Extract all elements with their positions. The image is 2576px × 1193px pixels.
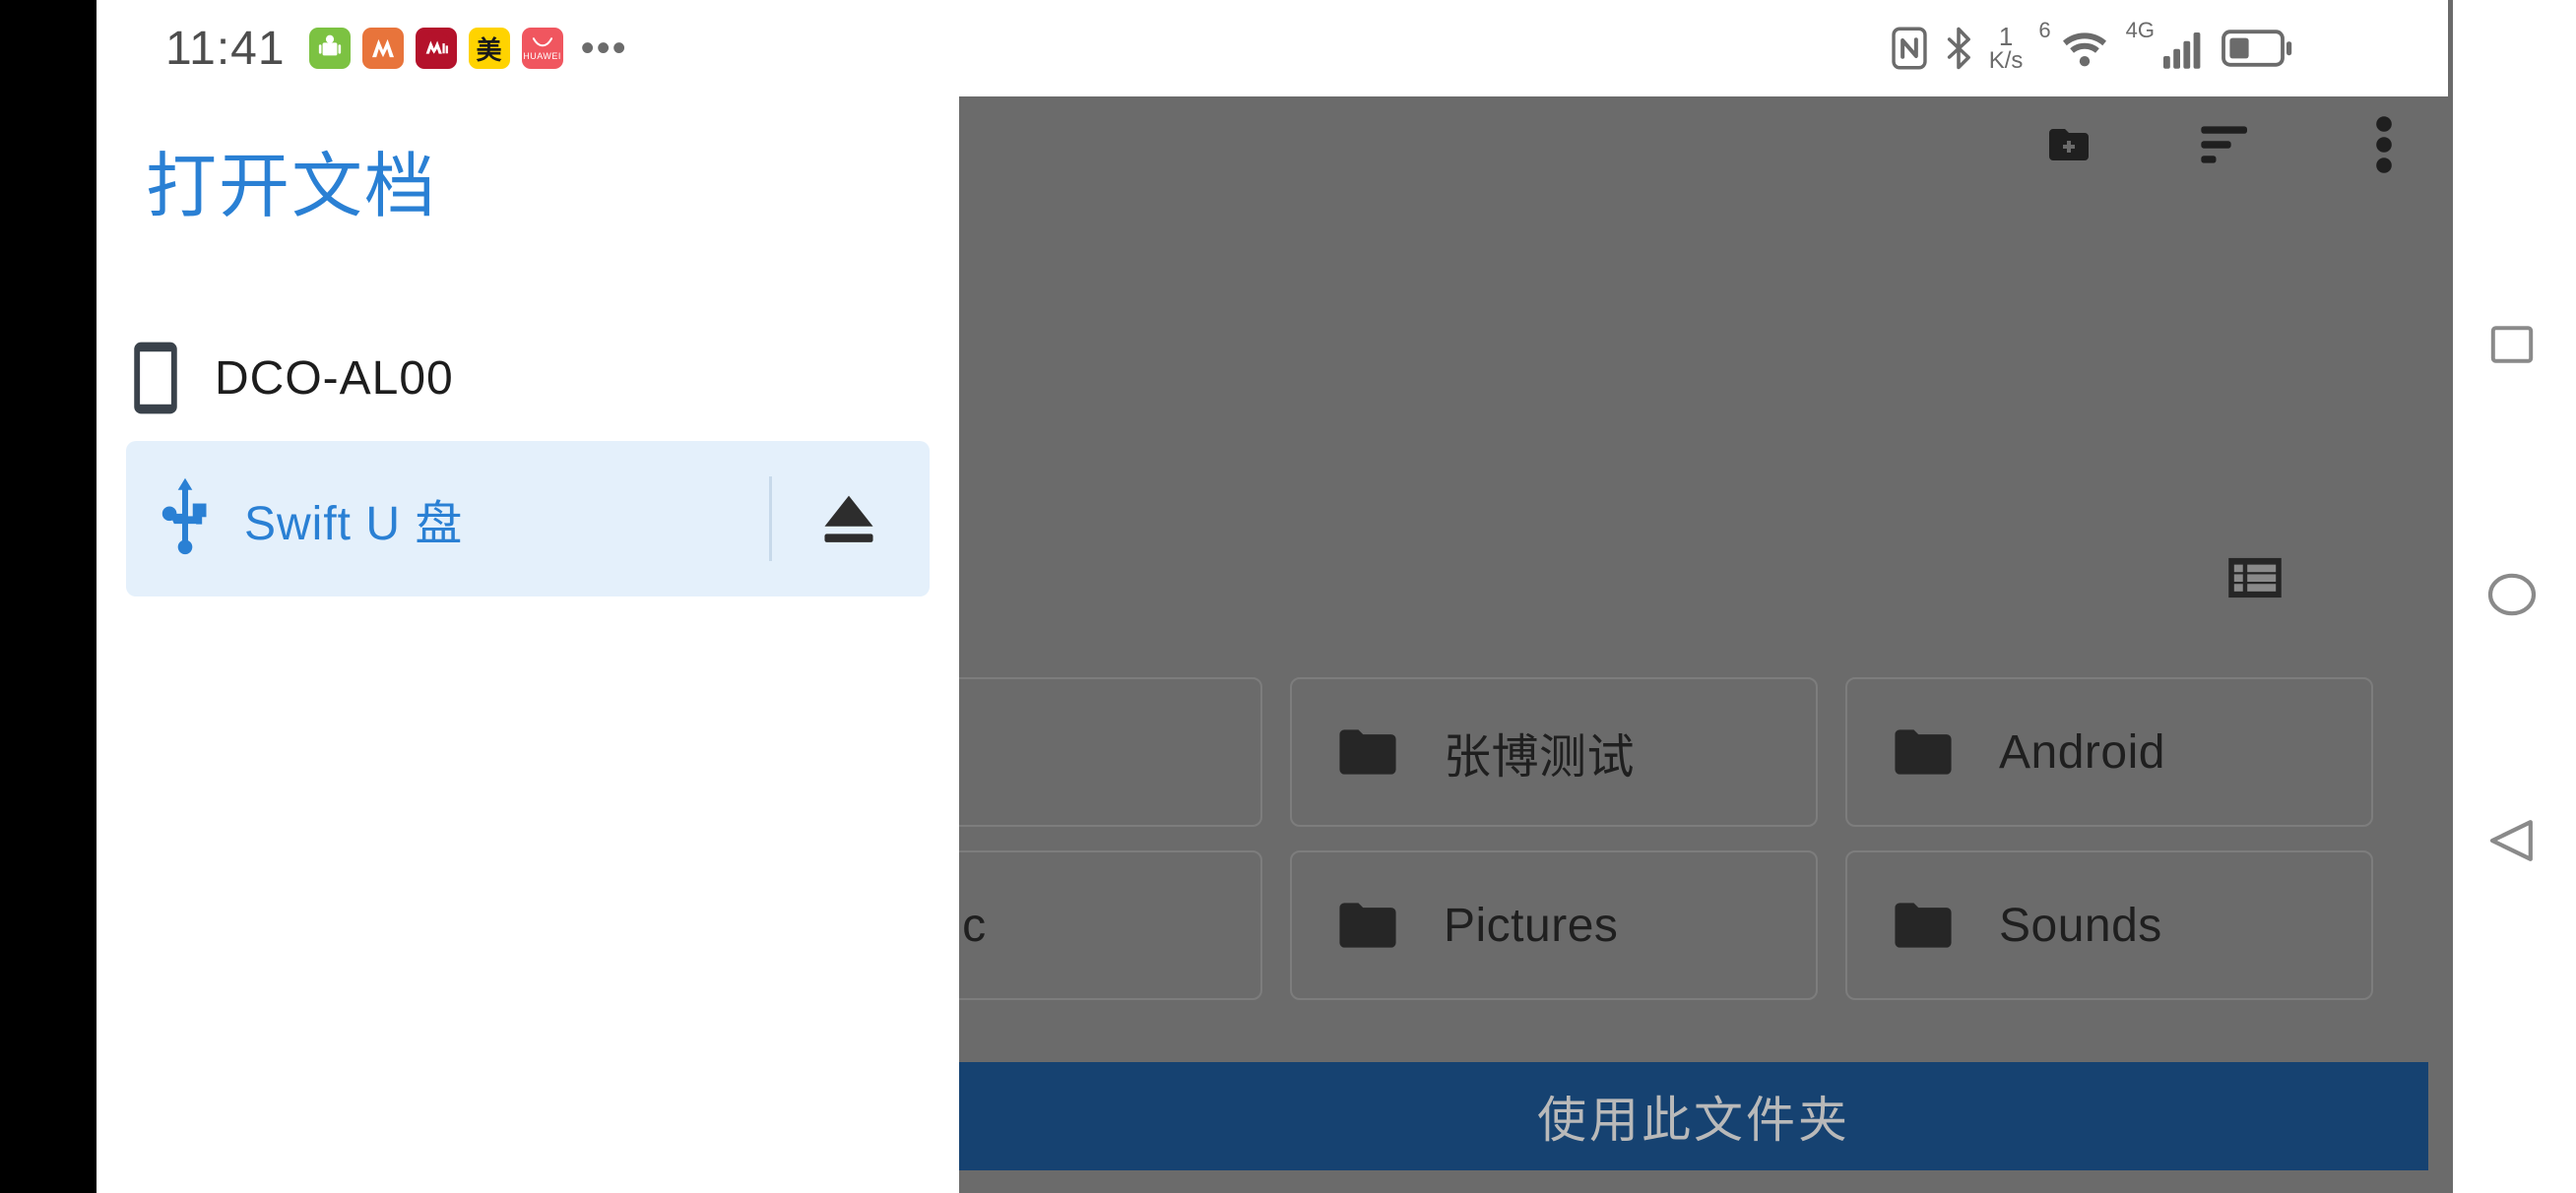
folder-card[interactable]: ic: [959, 850, 1262, 1000]
folder-icon: [1893, 901, 1954, 950]
folder-card[interactable]: Sounds: [1845, 850, 2373, 1000]
folder-icon: [1893, 727, 1954, 777]
eject-button[interactable]: [813, 483, 884, 554]
nas-app-icon: [308, 28, 351, 69]
folder-card[interactable]: 张博测试: [1290, 677, 1818, 827]
meituan-app-icon: 美: [468, 28, 510, 69]
drawer-item-usb-drive[interactable]: Swift U 盘: [126, 441, 930, 596]
nfc-icon: [1891, 26, 1928, 71]
huawei-app-icon: HUAWEI: [521, 28, 563, 69]
home-circle-icon: [2486, 569, 2538, 620]
back-triangle-icon: [2486, 815, 2538, 866]
back-button[interactable]: [2486, 815, 2538, 866]
recents-square-icon: [2488, 321, 2536, 368]
sort-button[interactable]: [2196, 114, 2257, 175]
network-speed-indicator: 1 K/s: [1989, 24, 2024, 73]
amap-app-icon: [361, 28, 404, 69]
status-bar: 11:41 美 HUAWEI ••• 1 K/s 6 4G: [97, 0, 2448, 96]
folder-card[interactable]: Pictures: [1290, 850, 1818, 1000]
cellular-signal-icon: [2162, 27, 2206, 70]
folder-label: 张博测试: [1444, 731, 1636, 784]
use-this-folder-button[interactable]: 使用此文件夹: [959, 1062, 2428, 1170]
folder-card[interactable]: [959, 677, 1262, 827]
navigation-drawer: 打开文档 DCO-AL00 Swift U 盘: [97, 96, 959, 1193]
folder-icon: [1337, 901, 1398, 950]
folder-icon: [1337, 727, 1398, 777]
folder-grid-row: 张博测试 Android: [959, 677, 2448, 850]
drawer-title: 打开文档: [146, 148, 438, 226]
screen-root: 张博测试 Android ic: [0, 0, 2576, 1193]
network-speed-value: 1: [1998, 22, 2014, 51]
wifi-icon: [2059, 27, 2110, 70]
recents-button[interactable]: [2488, 321, 2536, 368]
drawer-item-label: Swift U 盘: [244, 498, 464, 550]
drawer-item-label: DCO-AL00: [215, 351, 454, 405]
new-folder-button[interactable]: [2038, 114, 2099, 175]
status-time: 11:41: [165, 22, 286, 75]
drawer-root-list: DCO-AL00 Swift U 盘: [97, 315, 959, 596]
folder-label: ic: [959, 899, 987, 952]
folder-label: Android: [1999, 725, 2165, 779]
cmb-app-icon: [415, 28, 457, 69]
folder-card[interactable]: Android: [1845, 677, 2373, 827]
usb-icon: [126, 476, 244, 561]
wifi-generation-label: 6: [2038, 18, 2051, 42]
folder-label: Pictures: [1444, 899, 1619, 952]
left-black-gutter: [0, 0, 97, 1193]
android-navigation-bar: [2448, 0, 2576, 1193]
nav-bar-edge: [2448, 0, 2453, 1193]
folder-label: Sounds: [1999, 899, 2162, 952]
background-app-scrim[interactable]: 张博测试 Android ic: [959, 96, 2448, 1193]
folder-grid: 张博测试 Android ic: [959, 569, 2448, 1071]
overflow-menu-button[interactable]: [2353, 114, 2415, 175]
home-button[interactable]: [2486, 569, 2538, 620]
bluetooth-icon: [1944, 26, 1973, 71]
app-topbar: [959, 96, 2448, 215]
use-this-folder-label: 使用此文件夹: [1537, 1093, 1850, 1148]
drawer-item-device[interactable]: DCO-AL00: [97, 315, 959, 441]
more-apps-indicator: •••: [580, 27, 628, 70]
folder-grid-row: ic Pictures Sounds: [959, 850, 2448, 1024]
mobile-network-label: 4G: [2125, 18, 2155, 42]
battery-icon: [2222, 29, 2292, 68]
network-speed-unit: K/s: [1988, 47, 2024, 74]
drawer-item-divider: [769, 476, 772, 561]
phone-icon: [97, 341, 215, 415]
